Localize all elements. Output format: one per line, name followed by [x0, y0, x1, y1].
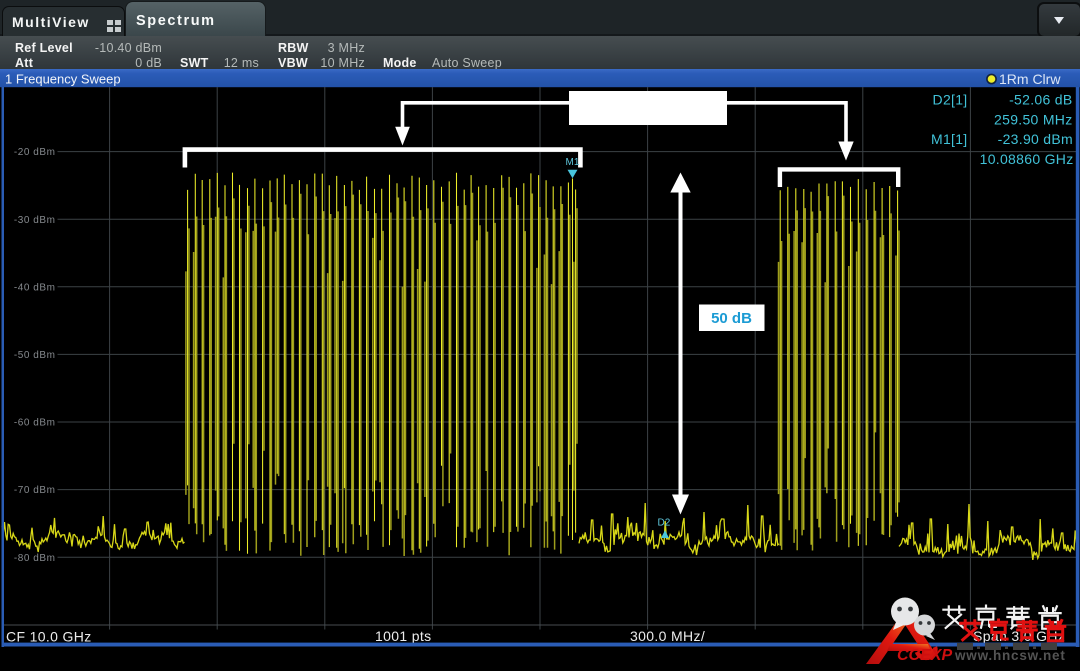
svg-text:1Rm Clrw: 1Rm Clrw [999, 71, 1061, 87]
svg-text:1001 pts: 1001 pts [375, 628, 432, 644]
svg-text:D2[1]: D2[1] [933, 92, 968, 108]
svg-text:CCEXP: CCEXP [897, 647, 952, 664]
svg-text:1 Frequency Sweep: 1 Frequency Sweep [5, 72, 121, 87]
svg-text:-80 dBm: -80 dBm [14, 553, 56, 564]
svg-text:-40 dBm: -40 dBm [14, 282, 56, 293]
svg-text:D2: D2 [658, 518, 671, 529]
svg-text:-60 dBm: -60 dBm [14, 418, 56, 429]
svg-text:300.0 MHz/: 300.0 MHz/ [630, 628, 705, 644]
svg-text:-23.90 dBm: -23.90 dBm [998, 131, 1073, 147]
svg-text:259.50 MHz: 259.50 MHz [994, 112, 1072, 128]
svg-text:50 dB: 50 dB [711, 310, 752, 327]
svg-text:CF 10.0 GHz: CF 10.0 GHz [6, 629, 92, 645]
svg-text:-70 dBm: -70 dBm [14, 485, 56, 496]
svg-text:M1: M1 [566, 157, 580, 168]
svg-text:-30 dBm: -30 dBm [14, 215, 56, 226]
svg-text:10.08860 GHz: 10.08860 GHz [980, 151, 1074, 167]
svg-text:M1[1]: M1[1] [931, 131, 968, 147]
svg-text:-50 dBm: -50 dBm [14, 350, 56, 361]
svg-text:www.hncsw.net: www.hncsw.net [954, 648, 1066, 663]
svg-text:-20 dBm: -20 dBm [14, 147, 56, 158]
svg-text:-52.06 dB: -52.06 dB [1009, 92, 1072, 108]
